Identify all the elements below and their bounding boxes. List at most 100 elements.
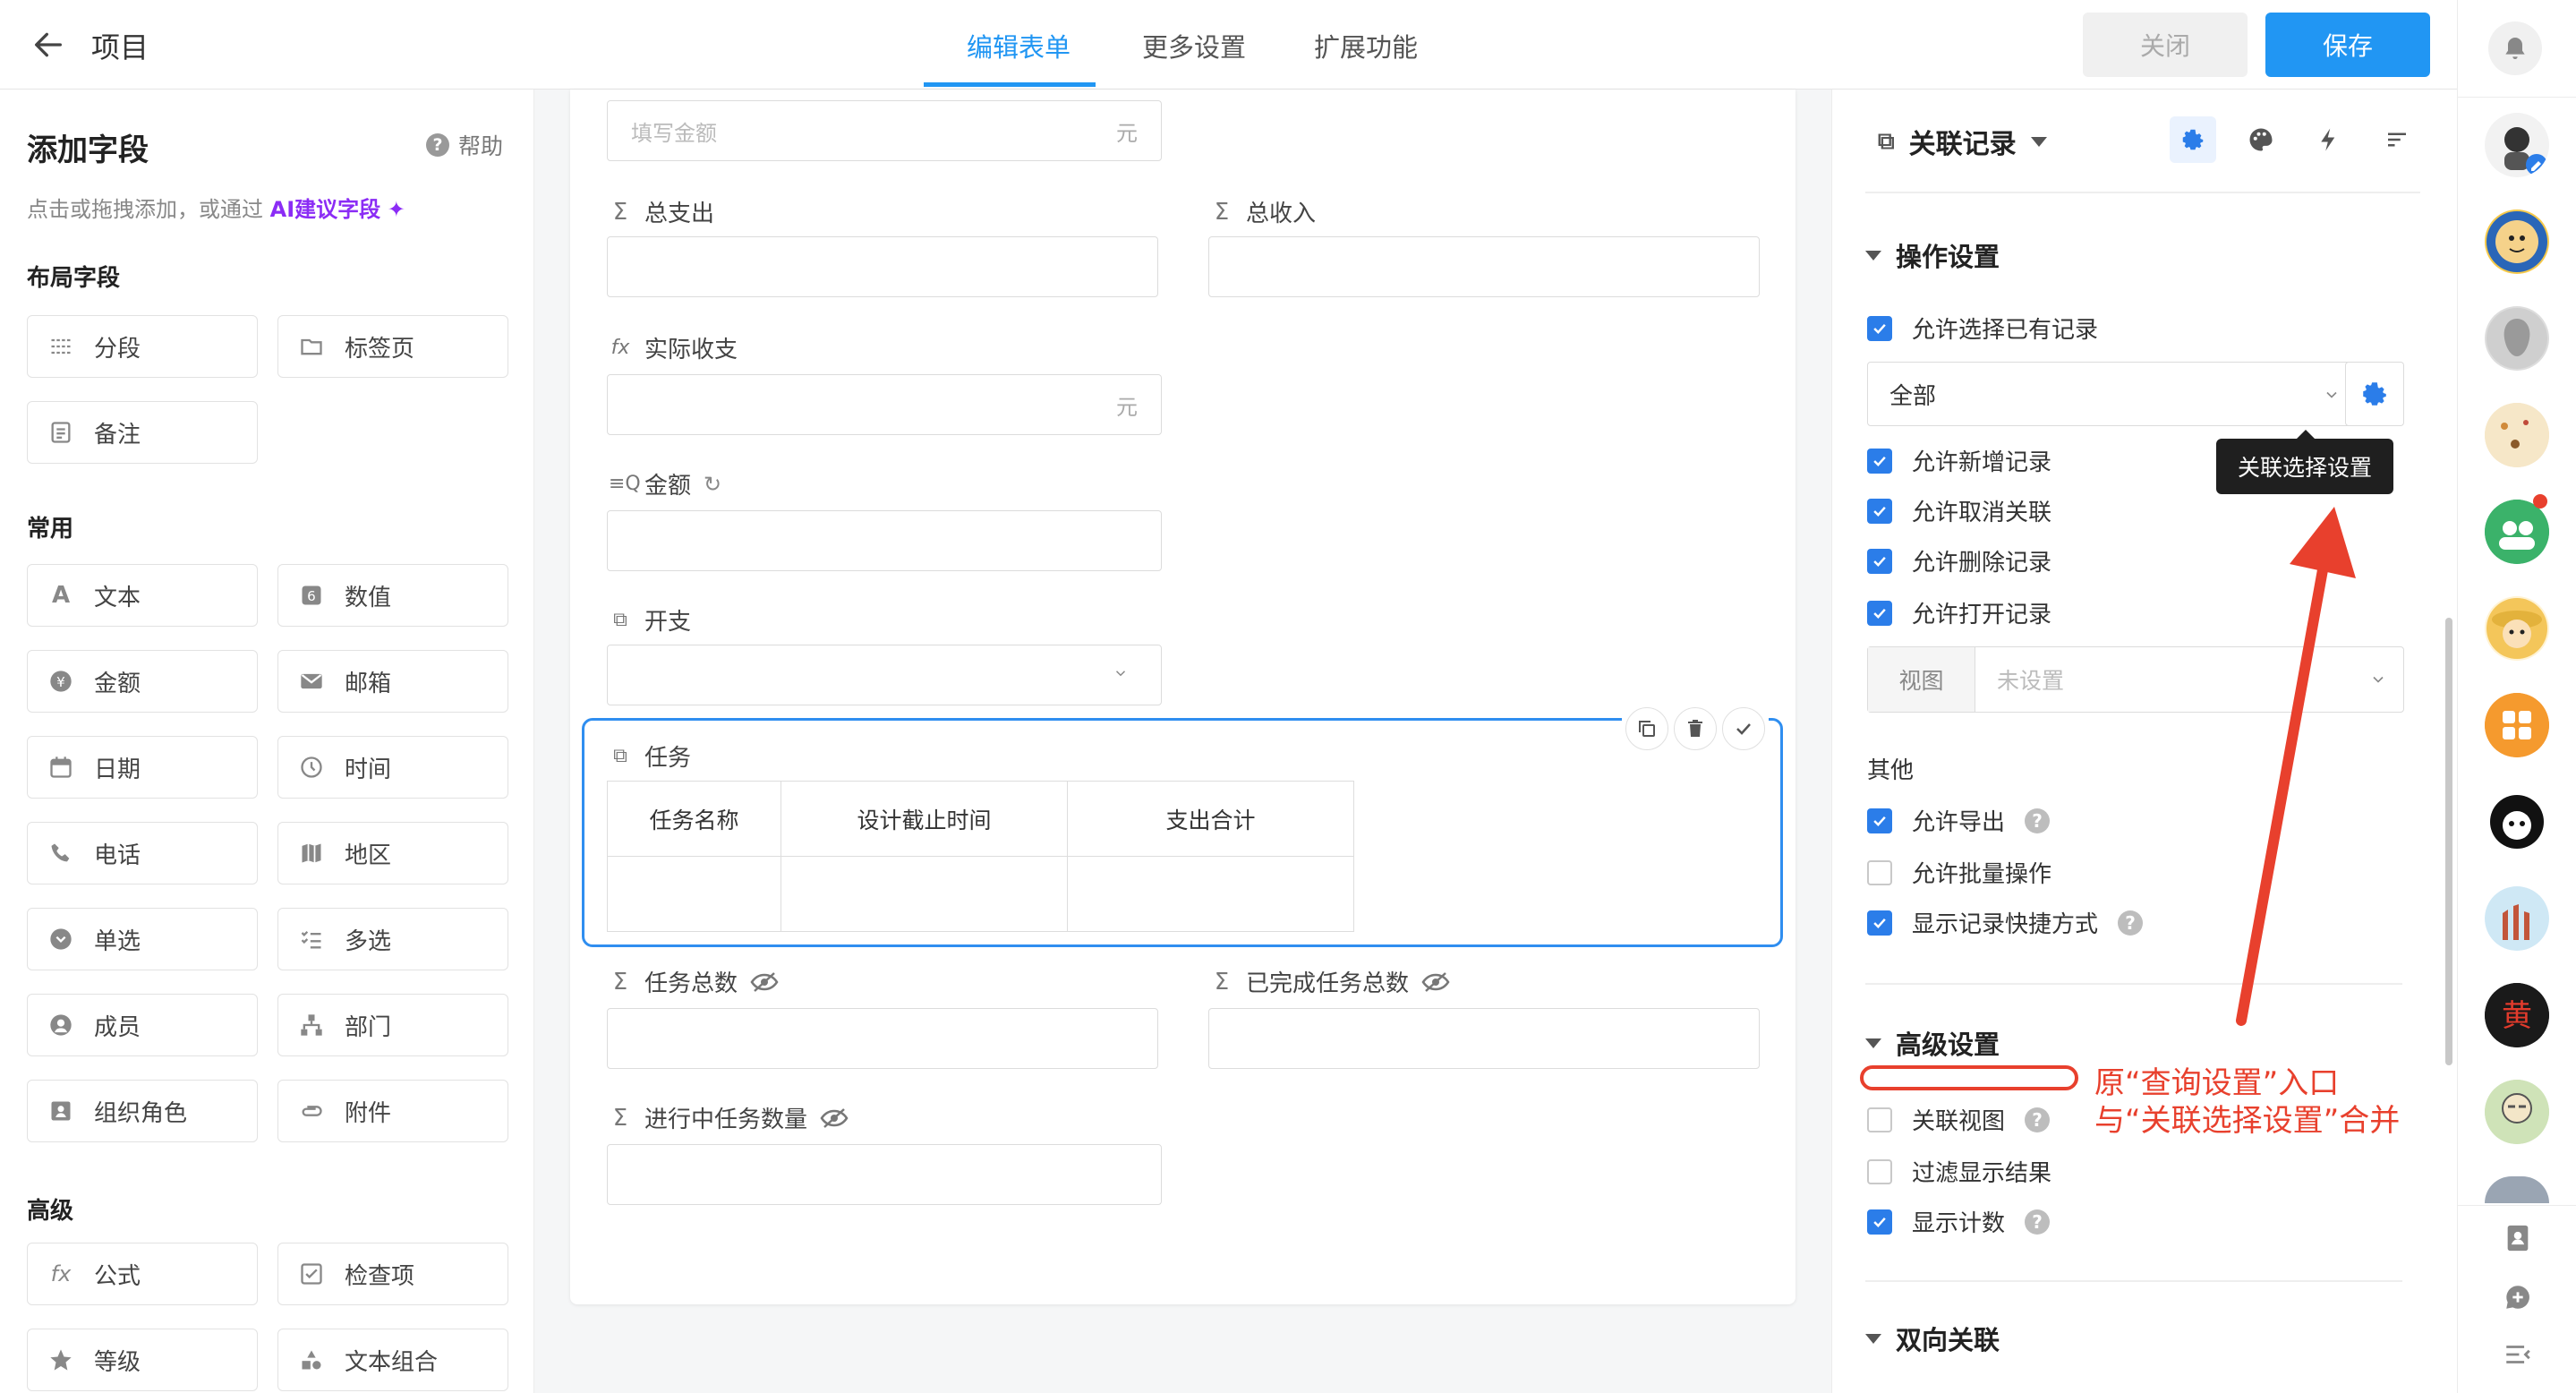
- field-note[interactable]: 备注: [27, 401, 258, 464]
- collapse-menu-icon[interactable]: [2503, 1339, 2533, 1370]
- contacts-icon[interactable]: [2503, 1223, 2533, 1253]
- field-amount[interactable]: ≡Q 金额 ↻: [609, 467, 721, 500]
- app-avatar[interactable]: 黄: [2485, 983, 2549, 1047]
- field-phone[interactable]: 电话: [27, 822, 258, 885]
- app-avatar[interactable]: [2485, 693, 2549, 757]
- option-allow-unlink[interactable]: 允许取消关联: [1867, 494, 2051, 527]
- group-advanced-settings[interactable]: 高级设置: [1865, 1024, 2000, 1062]
- field-actual-balance[interactable]: fx 实际收支: [609, 331, 738, 364]
- tab-edit-form[interactable]: 编辑表单: [967, 27, 1070, 64]
- field-type-dropdown[interactable]: ⧉ 关联记录: [1878, 122, 2047, 161]
- option-allow-delete[interactable]: 允许删除记录: [1867, 544, 2051, 577]
- field-attachment[interactable]: 附件: [277, 1080, 508, 1142]
- checkbox-checked-icon[interactable]: [1867, 1209, 1892, 1235]
- total-expense-input[interactable]: [607, 236, 1158, 297]
- app-avatar[interactable]: [2485, 209, 2549, 274]
- tab-more-settings[interactable]: 更多设置: [1142, 27, 1246, 64]
- actual-balance-input[interactable]: 元: [607, 374, 1162, 435]
- confirm-button[interactable]: [1722, 707, 1765, 750]
- checkbox-checked-icon[interactable]: [1867, 448, 1892, 474]
- option-allow-select-existing[interactable]: 允许选择已有记录: [1867, 312, 2098, 345]
- field-expense[interactable]: ⧉ 开支: [609, 603, 691, 637]
- copy-button[interactable]: [1625, 707, 1668, 750]
- refresh-icon[interactable]: ↻: [704, 472, 721, 497]
- completed-total-input[interactable]: [1208, 1008, 1760, 1069]
- field-section[interactable]: 分段: [27, 315, 258, 378]
- save-button[interactable]: 保存: [2265, 13, 2430, 77]
- table-cell[interactable]: [1067, 856, 1354, 932]
- help-icon[interactable]: ?: [2025, 1209, 2051, 1235]
- total-income-input[interactable]: [1208, 236, 1760, 297]
- option-link-view[interactable]: 关联视图 ?: [1867, 1103, 2051, 1136]
- field-department[interactable]: 部门: [277, 994, 508, 1056]
- ai-suggest-link[interactable]: AI建议字段: [270, 197, 381, 222]
- group-two-way-link[interactable]: 双向关联: [1865, 1320, 2000, 1357]
- checkbox-checked-icon[interactable]: [1867, 600, 1892, 626]
- help-icon[interactable]: ?: [2118, 910, 2144, 936]
- tab-sort[interactable]: [2374, 116, 2420, 163]
- field-multi-select[interactable]: 多选: [277, 908, 508, 970]
- table-cell[interactable]: [607, 856, 781, 932]
- task-total-input[interactable]: [607, 1008, 1158, 1069]
- app-avatar[interactable]: [2485, 306, 2549, 371]
- option-show-shortcut[interactable]: 显示记录快捷方式 ?: [1867, 906, 2144, 939]
- checkbox-checked-icon[interactable]: [1867, 315, 1892, 341]
- app-avatar[interactable]: [2485, 886, 2549, 951]
- field-text[interactable]: A 文本: [27, 564, 258, 627]
- option-show-count[interactable]: 显示计数 ?: [1867, 1205, 2051, 1238]
- option-allow-export[interactable]: 允许导出 ?: [1867, 804, 2051, 837]
- field-check-item[interactable]: 检查项: [277, 1243, 508, 1305]
- field-money[interactable]: ¥ 金额: [27, 650, 258, 713]
- tab-settings[interactable]: [2170, 116, 2216, 163]
- add-chat-icon[interactable]: [2503, 1282, 2533, 1312]
- help-link[interactable]: ? 帮助: [426, 129, 503, 161]
- amount-input[interactable]: 填写金额 元: [607, 100, 1162, 161]
- field-single-select[interactable]: 单选: [27, 908, 258, 970]
- app-avatar[interactable]: [2485, 790, 2549, 854]
- app-avatar[interactable]: [2485, 403, 2549, 467]
- tab-style[interactable]: [2238, 116, 2284, 163]
- tab-extensions[interactable]: 扩展功能: [1314, 27, 1418, 64]
- scrollbar[interactable]: [2445, 618, 2452, 1065]
- table-cell[interactable]: [780, 856, 1068, 932]
- field-completed-total[interactable]: Σ 已完成任务总数: [1210, 965, 1450, 998]
- checkbox-unchecked-icon[interactable]: [1867, 1158, 1892, 1184]
- checkbox-unchecked-icon[interactable]: [1867, 1107, 1892, 1132]
- field-member[interactable]: 成员: [27, 994, 258, 1056]
- tab-automation[interactable]: [2306, 116, 2352, 163]
- back-arrow-icon[interactable]: [30, 27, 66, 63]
- field-in-progress[interactable]: Σ 进行中任务数量: [609, 1101, 849, 1134]
- amount-lookup-input[interactable]: [607, 510, 1162, 571]
- option-filter-results[interactable]: 过滤显示结果: [1867, 1155, 2051, 1188]
- checkbox-checked-icon[interactable]: [1867, 808, 1892, 833]
- checkbox-checked-icon[interactable]: [1867, 548, 1892, 574]
- field-text-combine[interactable]: 文本组合: [277, 1329, 508, 1391]
- notification-button[interactable]: [2488, 21, 2542, 75]
- delete-button[interactable]: [1674, 707, 1717, 750]
- close-button[interactable]: 关闭: [2083, 13, 2248, 77]
- field-total-expense[interactable]: Σ 总支出: [609, 195, 714, 228]
- field-org-role[interactable]: 组织角色: [27, 1080, 258, 1142]
- checkbox-checked-icon[interactable]: [1867, 910, 1892, 936]
- help-icon[interactable]: ?: [2025, 808, 2051, 833]
- field-email[interactable]: 邮箱: [277, 650, 508, 713]
- field-total-income[interactable]: Σ 总收入: [1210, 195, 1316, 228]
- field-time[interactable]: 时间: [277, 736, 508, 799]
- expense-select[interactable]: [607, 645, 1162, 705]
- help-icon[interactable]: ?: [2025, 1107, 2051, 1132]
- in-progress-input[interactable]: [607, 1144, 1162, 1205]
- field-task-total[interactable]: Σ 任务总数: [609, 965, 779, 998]
- link-select-settings-button[interactable]: [2345, 362, 2404, 426]
- app-avatar[interactable]: [2485, 500, 2549, 564]
- field-formula[interactable]: fx 公式: [27, 1243, 258, 1305]
- option-allow-new[interactable]: 允许新增记录: [1867, 444, 2051, 477]
- field-task[interactable]: ⧉ 任务: [609, 739, 691, 773]
- app-avatar[interactable]: [2485, 596, 2549, 661]
- checkbox-checked-icon[interactable]: [1867, 498, 1892, 524]
- field-date[interactable]: 日期: [27, 736, 258, 799]
- checkbox-unchecked-icon[interactable]: [1867, 859, 1892, 885]
- option-allow-open[interactable]: 允许打开记录: [1867, 596, 2051, 629]
- scope-select[interactable]: 全部: [1867, 362, 2358, 426]
- avatar-user[interactable]: [2485, 113, 2549, 177]
- field-number[interactable]: 6 数值: [277, 564, 508, 627]
